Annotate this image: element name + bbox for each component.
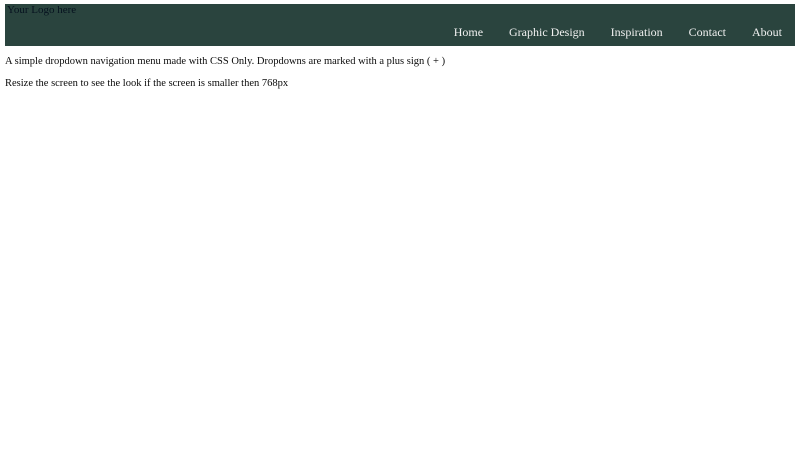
- resize-hint-paragraph: Resize the screen to see the look if the…: [5, 78, 289, 89]
- intro-paragraph: A simple dropdown navigation menu made w…: [5, 56, 446, 67]
- nav-item-contact[interactable]: Contact: [676, 25, 739, 39]
- nav-item-home[interactable]: Home: [441, 25, 496, 39]
- top-navbar: Your Logo here Home Graphic Design Inspi…: [5, 4, 795, 46]
- nav-item-inspiration[interactable]: Inspiration: [598, 25, 676, 39]
- nav-menu: Home Graphic Design Inspiration Contact …: [441, 25, 795, 39]
- nav-item-graphic-design[interactable]: Graphic Design: [496, 25, 598, 39]
- page-content: A simple dropdown navigation menu made w…: [5, 56, 795, 90]
- nav-item-about[interactable]: About: [739, 25, 795, 39]
- page: Your Logo here Home Graphic Design Inspi…: [5, 4, 795, 90]
- logo-text: Your Logo here: [7, 4, 77, 16]
